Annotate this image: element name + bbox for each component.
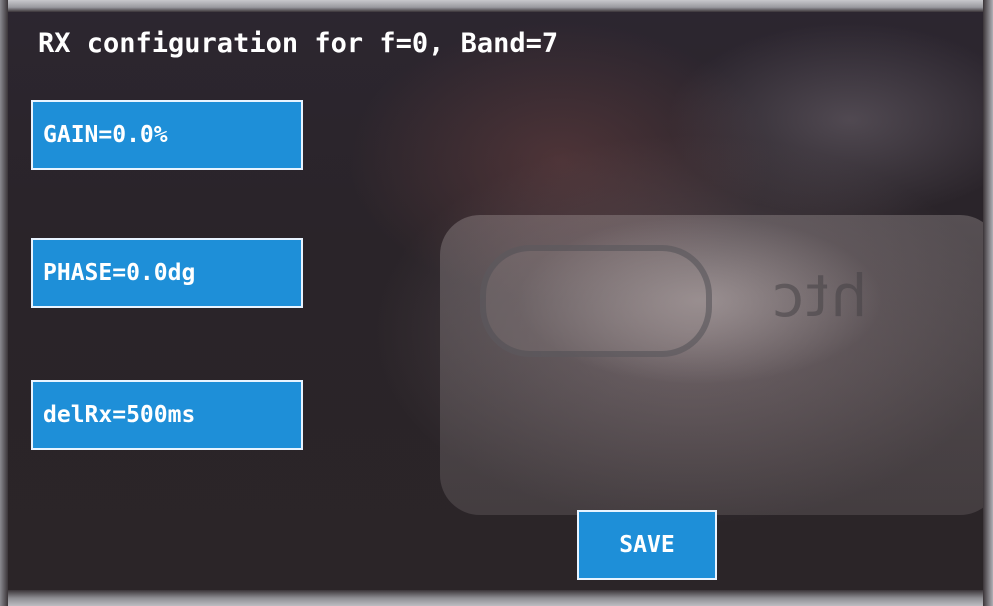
- bezel-left: [0, 0, 8, 606]
- delrx-button[interactable]: delRx=500ms: [31, 380, 303, 450]
- screen: htc RX configuration for f=0, Band=7 GAI…: [0, 0, 993, 606]
- background-reflection-logo: htc: [770, 262, 868, 330]
- save-label: SAVE: [619, 532, 675, 558]
- phase-button[interactable]: PHASE=0.0dg: [31, 238, 303, 308]
- bezel-top: [0, 0, 993, 12]
- save-button[interactable]: SAVE: [577, 510, 717, 580]
- gain-button[interactable]: GAIN=0.0%: [31, 100, 303, 170]
- phase-label: PHASE=0.0dg: [43, 260, 196, 286]
- bezel-bottom: [0, 590, 993, 606]
- page-title: RX configuration for f=0, Band=7: [38, 28, 559, 59]
- background-reflection-lens: [480, 245, 712, 357]
- delrx-label: delRx=500ms: [43, 402, 196, 428]
- gain-label: GAIN=0.0%: [43, 122, 168, 148]
- bezel-right: [983, 0, 993, 606]
